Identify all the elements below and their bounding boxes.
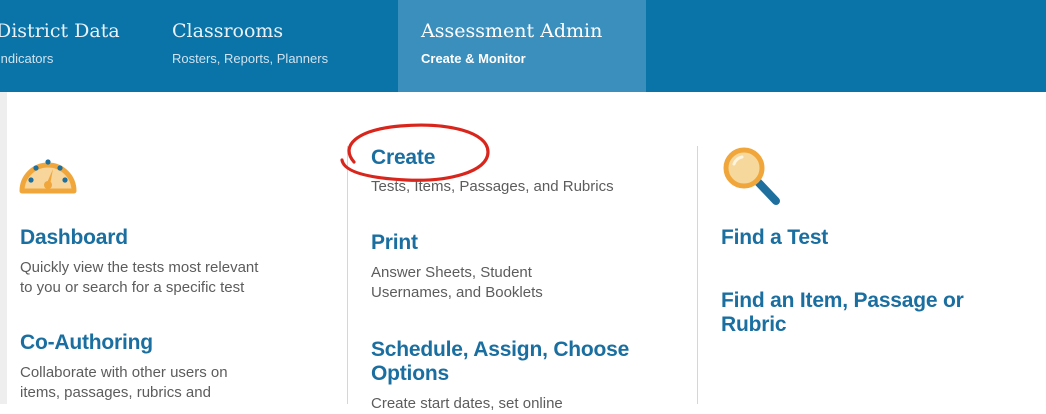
print-description-line: Answer Sheets, Student — [371, 264, 532, 281]
tab-district-title: District Data — [0, 20, 120, 42]
tab-district-data[interactable]: District Data Indicators — [0, 0, 150, 92]
find-item-heading-line: Rubric — [721, 313, 787, 336]
menu-item-find-test[interactable]: Find a Test — [721, 226, 828, 250]
menu-item-find-item[interactable]: Find an Item, Passage or Rubric — [721, 289, 964, 337]
magnifier-icon — [723, 147, 780, 205]
red-circle-annotation — [340, 123, 490, 182]
speedometer-icon — [19, 159, 77, 194]
column-divider — [697, 146, 698, 404]
dashboard-description-line: Quickly view the tests most relevant — [20, 259, 259, 276]
tab-assessment-title: Assessment Admin — [421, 20, 603, 42]
schedule-description-line: Create start dates, set online — [371, 395, 563, 412]
schedule-heading-line: Options — [371, 362, 449, 385]
dashboard-description: Quickly view the tests most relevant to … — [20, 258, 258, 298]
top-navbar: District Data Indicators Classrooms Rost… — [0, 0, 1046, 92]
tab-classrooms-subtitle: Rosters, Reports, Planners — [172, 51, 329, 66]
schedule-heading-line: Schedule, Assign, Choose — [371, 338, 630, 361]
tab-assessment-subtitle: Create & Monitor — [421, 51, 526, 66]
menu-item-schedule[interactable]: Schedule, Assign, Choose Options — [371, 338, 629, 386]
print-description: Answer Sheets, Student Usernames, and Bo… — [371, 263, 543, 303]
dashboard-description-line: to you or search for a specific test — [20, 279, 245, 296]
print-description-line: Usernames, and Booklets — [371, 284, 543, 301]
tab-classrooms-title: Classrooms — [172, 20, 284, 42]
tab-assessment-admin[interactable]: Assessment Admin Create & Monitor — [398, 0, 646, 92]
menu-item-print[interactable]: Print — [371, 231, 418, 255]
tab-classrooms[interactable]: Classrooms Rosters, Reports, Planners — [150, 0, 398, 92]
tab-district-subtitle: Indicators — [0, 51, 54, 66]
menu-item-dashboard[interactable]: Dashboard — [20, 226, 128, 250]
schedule-description: Create start dates, set online — [371, 394, 563, 414]
co-authoring-description-line: items, passages, rubrics and — [20, 384, 211, 401]
find-item-heading-line: Find an Item, Passage or — [721, 289, 964, 312]
co-authoring-description: Collaborate with other users on items, p… — [20, 363, 228, 403]
menu-item-co-authoring[interactable]: Co-Authoring — [20, 331, 153, 355]
co-authoring-description-line: Collaborate with other users on — [20, 364, 228, 381]
